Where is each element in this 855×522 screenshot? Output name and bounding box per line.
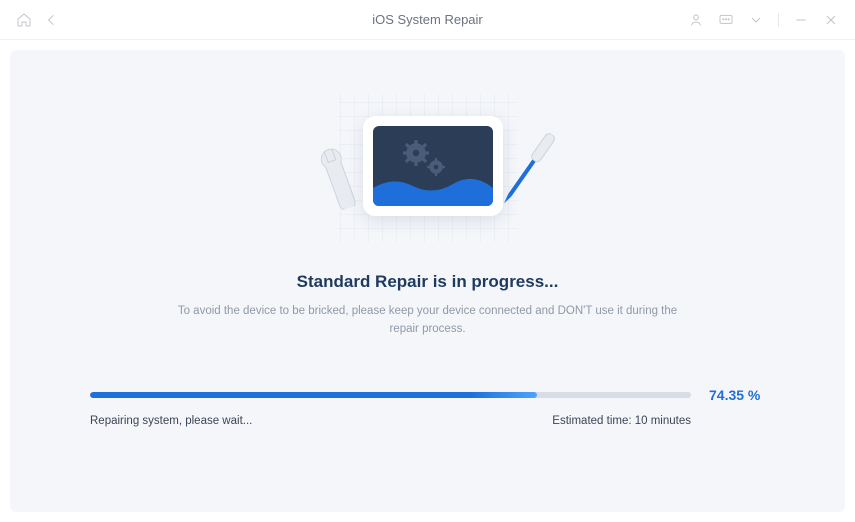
feedback-icon[interactable] (716, 10, 736, 30)
gear-icon (427, 158, 445, 176)
close-icon[interactable] (821, 10, 841, 30)
home-icon[interactable] (14, 10, 34, 30)
back-icon[interactable] (42, 10, 62, 30)
account-icon[interactable] (686, 10, 706, 30)
eta-text: Estimated time: 10 minutes (552, 415, 691, 427)
titlebar-separator (778, 13, 779, 27)
status-text: Repairing system, please wait... (90, 415, 252, 427)
progress-subtext: To avoid the device to be bricked, pleas… (168, 302, 688, 339)
status-row: Repairing system, please wait... Estimat… (90, 415, 765, 427)
progress-heading: Standard Repair is in progress... (297, 272, 559, 292)
repair-illustration (298, 88, 558, 248)
gear-icon (403, 140, 429, 166)
minimize-icon[interactable] (791, 10, 811, 30)
progress-fill (90, 392, 537, 398)
main-content: Standard Repair is in progress... To avo… (10, 50, 845, 512)
app-window: iOS System Repair (0, 0, 855, 522)
titlebar: iOS System Repair (0, 0, 855, 40)
progress-bar-row: 74.35 % (90, 387, 765, 403)
device-icon (363, 116, 503, 216)
titlebar-right (686, 10, 841, 30)
titlebar-left (14, 10, 62, 30)
progress-track (90, 392, 691, 398)
chevron-down-icon[interactable] (746, 10, 766, 30)
progress-percent: 74.35 % (709, 387, 765, 403)
